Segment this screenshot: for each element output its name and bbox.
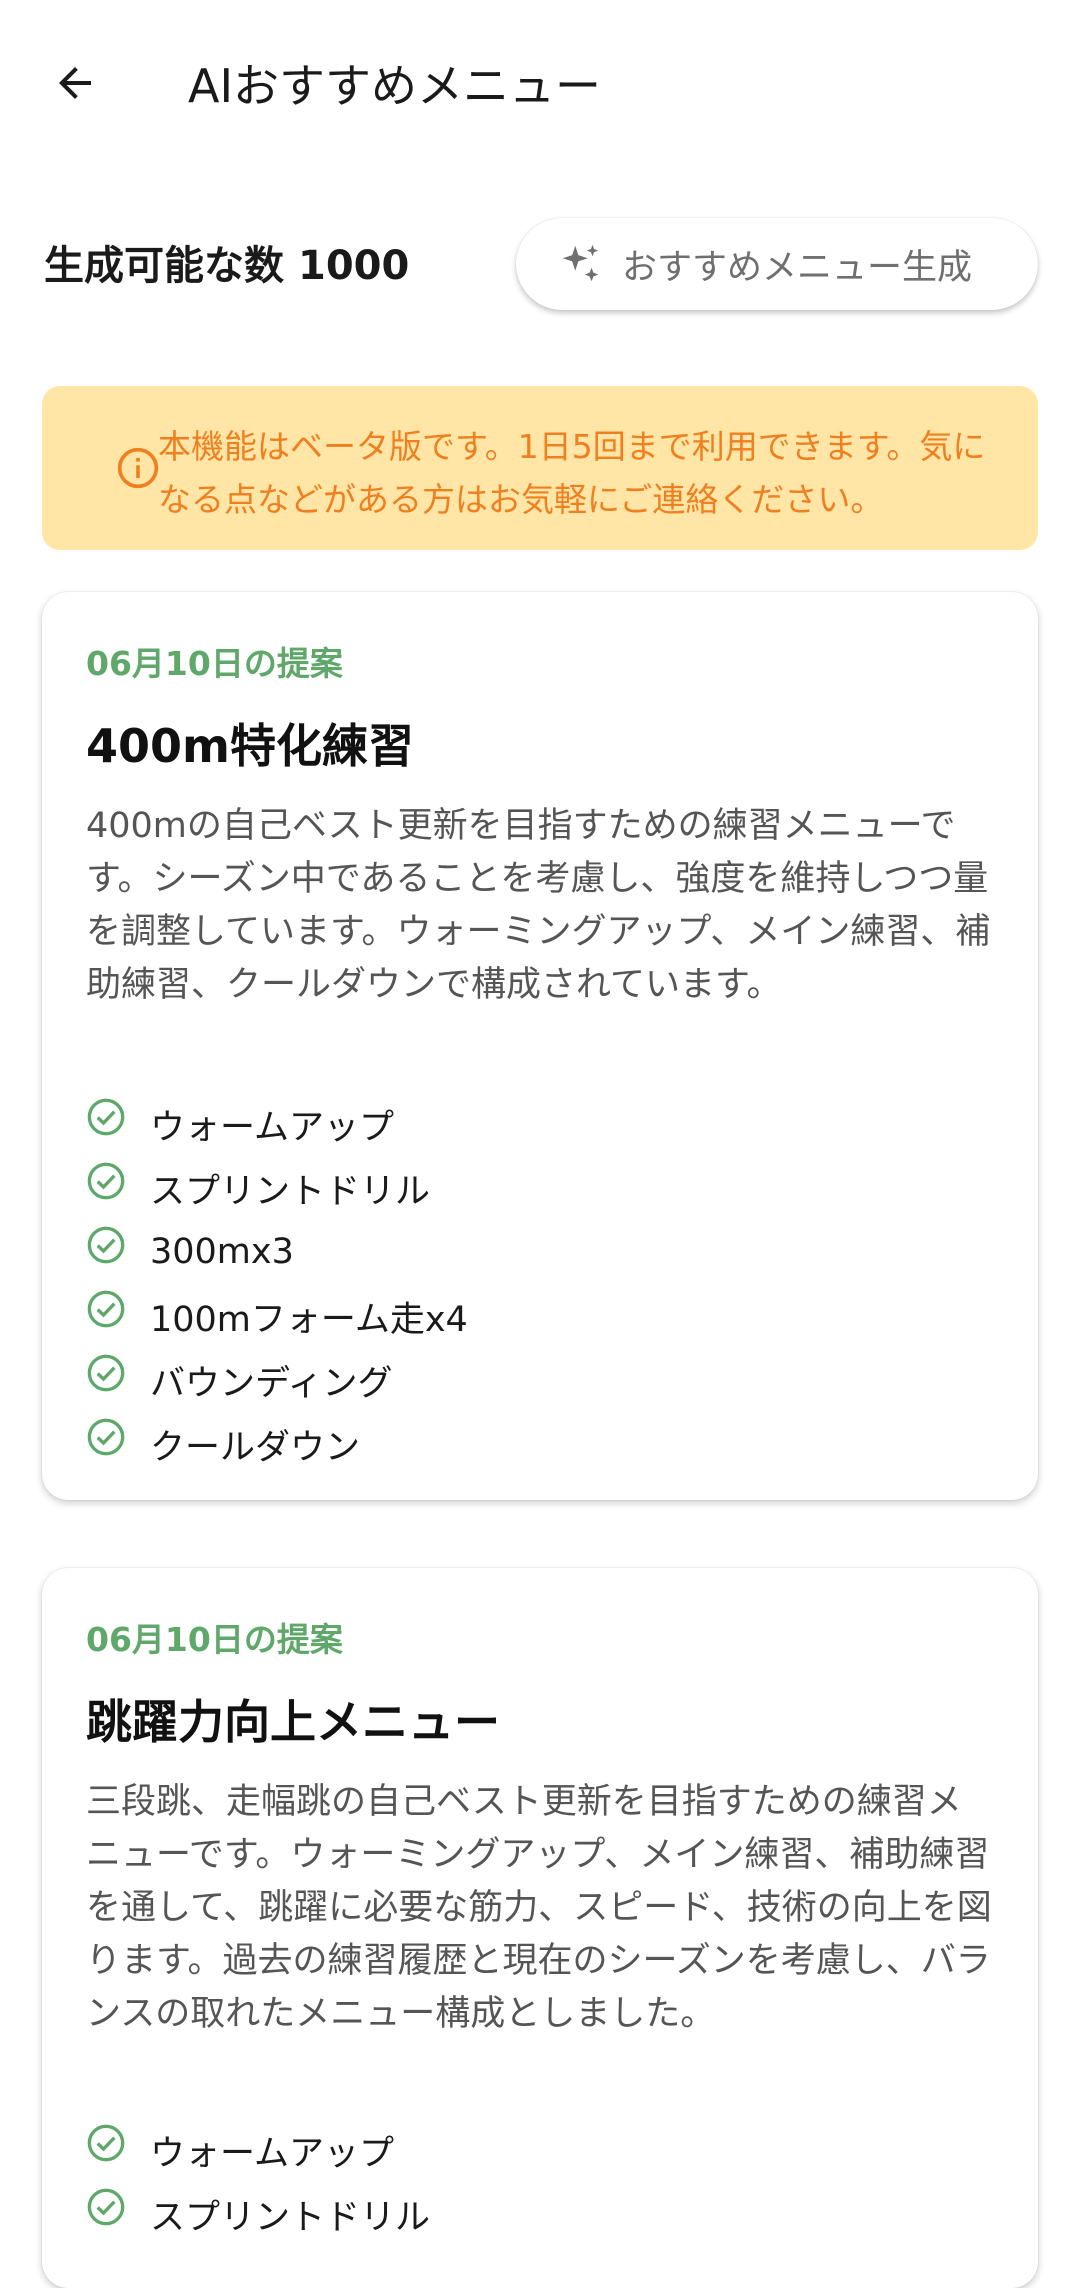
generate-menu-button-label: おすすめメニュー生成: [622, 247, 973, 288]
menu-card[interactable]: 06月10日の提案 400m特化練習 400mの自己ベスト更新を目指すための練習…: [42, 592, 1038, 1500]
generate-menu-button[interactable]: おすすめメニュー生成: [516, 218, 1038, 310]
app-bar: AIおすすめメニュー: [0, 0, 1080, 170]
list-item: スプリントドリル: [86, 1156, 468, 1220]
check-circle-icon: [87, 1290, 125, 1328]
generator-row: 生成可能な数 1000 おすすめメニュー生成: [0, 210, 1080, 320]
list-item-label: バウンディング: [150, 1363, 393, 1404]
list-item: クールダウン: [86, 1412, 468, 1476]
menu-card[interactable]: 06月10日の提案 跳躍力向上メニュー 三段跳、走幅跳の自己ベスト更新を目指すた…: [42, 1568, 1038, 2288]
card-title: 400m特化練習: [86, 719, 414, 773]
list-item-label: スプリントドリル: [150, 2197, 431, 2238]
card-item-list: ウォームアップ スプリントドリル 300mx3 100mフォーム走x4 バウンデ…: [86, 1092, 468, 1476]
check-circle-icon: [87, 2124, 125, 2162]
arrow-left-icon: [59, 67, 91, 99]
card-date: 06月10日の提案: [86, 1620, 343, 1659]
card-title: 跳躍力向上メニュー: [86, 1695, 500, 1749]
generation-count-value: 1000: [298, 243, 410, 289]
check-circle-icon: [87, 1162, 125, 1200]
card-date: 06月10日の提案: [86, 644, 343, 683]
list-item: 300mx3: [86, 1220, 468, 1284]
beta-notice-text: 本機能はベータ版です。1日5回まで利用できます。気になる点などがある方はお気軽に…: [158, 427, 986, 519]
info-icon: [117, 447, 159, 489]
check-circle-icon: [87, 2188, 125, 2226]
card-description: 三段跳、走幅跳の自己ベスト更新を目指すための練習メニューです。ウォーミングアップ…: [86, 1782, 992, 2034]
beta-notice: 本機能はベータ版です。1日5回まで利用できます。気になる点などがある方はお気軽に…: [42, 386, 1038, 550]
list-item: スプリントドリル: [86, 2182, 430, 2246]
check-circle-icon: [87, 1226, 125, 1264]
list-item-label: 300mx3: [150, 1232, 294, 1272]
card-item-list: ウォームアップ スプリントドリル: [86, 2118, 430, 2246]
list-item-label: ウォームアップ: [150, 2133, 394, 2174]
page-title: AIおすすめメニュー: [188, 59, 602, 113]
list-item: ウォームアップ: [86, 2118, 430, 2182]
list-item-label: スプリントドリル: [150, 1171, 431, 1212]
check-circle-icon: [87, 1098, 125, 1136]
list-item: バウンディング: [86, 1348, 468, 1412]
card-description: 400mの自己ベスト更新を目指すための練習メニューです。シーズン中であることを考…: [86, 806, 991, 1005]
back-button[interactable]: [42, 50, 108, 116]
check-circle-icon: [87, 1354, 125, 1392]
sparkle-icon: [562, 244, 599, 282]
list-item-label: クールダウン: [150, 1427, 361, 1468]
list-item: ウォームアップ: [86, 1092, 468, 1156]
list-item-label: 100mフォーム走x4: [150, 1299, 468, 1340]
list-item-label: ウォームアップ: [150, 1107, 394, 1148]
check-circle-icon: [87, 1418, 125, 1456]
generation-count: 生成可能な数 1000: [44, 240, 409, 292]
list-item: 100mフォーム走x4: [86, 1284, 468, 1348]
generation-count-label: 生成可能な数: [44, 243, 284, 289]
